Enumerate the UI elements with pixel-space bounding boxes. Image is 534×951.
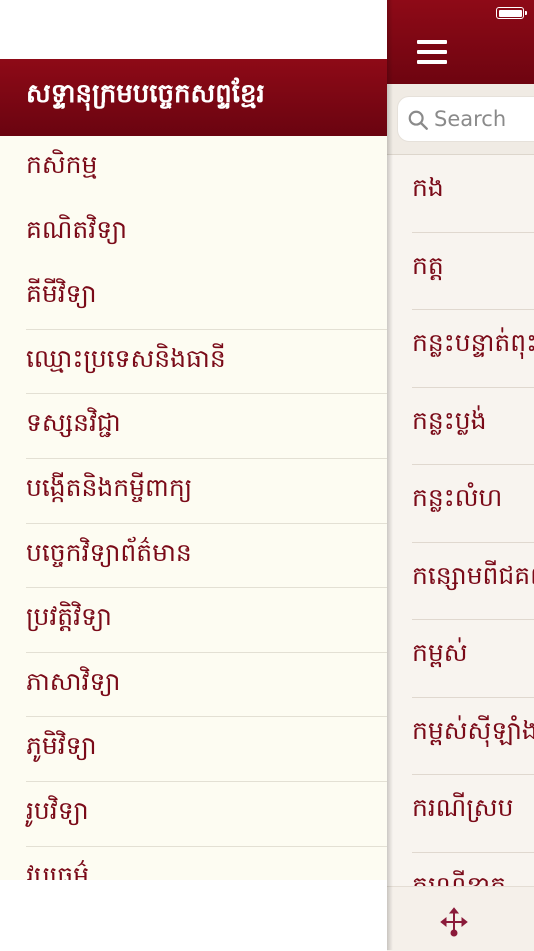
category-label: ឈ្មោះប្រទេសនិងធានី bbox=[26, 343, 226, 373]
category-item[interactable]: បច្ចេកវិទ្យាព័ត៌មាន bbox=[0, 524, 387, 589]
category-label: ភូមិវិទ្យា bbox=[26, 731, 97, 761]
category-list: កសិកម្ម គណិតវិទ្យា គីមីវិទ្យា ឈ្មោះប្រទេ… bbox=[0, 136, 387, 880]
search-input[interactable] bbox=[434, 106, 534, 132]
word-list-item[interactable]: ករណីខាត bbox=[387, 853, 534, 887]
word-label: ករណីខាត bbox=[412, 870, 506, 887]
category-label: រូបវិទ្យា bbox=[26, 795, 89, 825]
main-panel: កង កត្ត កន្លះបន្ទាត់ពុះ កន្លះប្លង់ កន្លះ… bbox=[387, 0, 534, 951]
search-icon bbox=[408, 110, 428, 130]
drawer-footer bbox=[0, 880, 387, 950]
category-item[interactable]: កសិកម្ម bbox=[0, 136, 387, 201]
category-label: ភាសាវិទ្យា bbox=[26, 666, 121, 696]
word-label: កន្លះបន្ទាត់ពុះ bbox=[412, 328, 534, 357]
category-item[interactable]: គីមីវិទ្យា bbox=[0, 265, 387, 330]
word-list-item[interactable]: កត្ត bbox=[387, 233, 534, 310]
word-label: កន្លះលំហ bbox=[412, 483, 503, 512]
category-item[interactable]: ឈ្មោះប្រទេសនិងធានី bbox=[0, 330, 387, 395]
main-header bbox=[387, 0, 534, 84]
category-label: បង្កើតនិងកម្ចីពាក្យ bbox=[26, 472, 193, 502]
category-item[interactable]: ភាសាវិទ្យា bbox=[0, 653, 387, 718]
drawer-title: សទ្ទានុក្រមបច្ចេកសព្ទខ្មែរ bbox=[26, 79, 265, 109]
word-label: កម្ពស់ស៊ីឡាំង bbox=[412, 715, 534, 745]
category-item[interactable]: ភូមិវិទ្យា bbox=[0, 717, 387, 782]
drawer-shadow bbox=[387, 0, 393, 950]
word-list-item[interactable]: កន្សោមពីជគណិត bbox=[387, 543, 534, 620]
word-list-item[interactable]: កន្លះលំហ bbox=[387, 465, 534, 543]
word-label: កង bbox=[412, 173, 444, 202]
drawer-header: សទ្ទានុក្រមបច្ចេកសព្ទខ្មែរ bbox=[0, 59, 387, 136]
category-item[interactable]: ទស្សនវិជ្ជា bbox=[0, 394, 387, 459]
word-list-item[interactable]: កម្ពស់ស៊ីឡាំង bbox=[387, 698, 534, 775]
category-label: ទស្សនវិជ្ជា bbox=[26, 408, 121, 438]
search-bar bbox=[387, 84, 534, 155]
side-drawer: សទ្ទានុក្រមបច្ចេកសព្ទខ្មែរ កសិកម្ម គណិតវ… bbox=[0, 0, 387, 950]
battery-icon bbox=[496, 7, 527, 19]
category-label: គណិតវិទ្យា bbox=[26, 214, 128, 244]
category-item[interactable]: គណិតវិទ្យា bbox=[0, 201, 387, 266]
category-label: កសិកម្ម bbox=[26, 150, 98, 179]
word-list-item[interactable]: កន្លះបន្ទាត់ពុះ bbox=[387, 310, 534, 388]
word-label: ករណីស្រប bbox=[412, 793, 514, 822]
category-item[interactable]: រូបវិទ្យា bbox=[0, 782, 387, 847]
category-item[interactable]: ប្រវត្តិវិទ្យា bbox=[0, 588, 387, 653]
category-item[interactable]: បង្កើតនិងកម្ចីពាក្យ bbox=[0, 459, 387, 524]
search-box[interactable] bbox=[397, 96, 534, 142]
category-label: បច្ចេកវិទ្យាព័ត៌មាន bbox=[26, 537, 192, 567]
word-list-item[interactable]: កង bbox=[387, 155, 534, 233]
word-label: កន្លះប្លង់ bbox=[412, 405, 487, 435]
word-list-item[interactable]: កន្លះប្លង់ bbox=[387, 388, 534, 465]
category-label: វប្បធម៌ bbox=[26, 860, 89, 880]
word-label: កម្ពស់ bbox=[412, 638, 468, 667]
word-label: កន្សោមពីជគណិត bbox=[412, 560, 534, 590]
move-arrows-icon[interactable] bbox=[439, 907, 469, 937]
category-label: ប្រវត្តិវិទ្យា bbox=[26, 602, 112, 632]
category-item[interactable]: វប្បធម៌ bbox=[0, 847, 387, 880]
hamburger-icon[interactable] bbox=[417, 40, 447, 64]
word-list-item[interactable]: ករណីស្រប bbox=[387, 775, 534, 853]
category-label: គីមីវិទ្យា bbox=[26, 279, 97, 309]
word-list-item[interactable]: កម្ពស់ bbox=[387, 620, 534, 698]
word-list: កង កត្ត កន្លះបន្ទាត់ពុះ កន្លះប្លង់ កន្លះ… bbox=[387, 155, 534, 886]
bottom-toolbar bbox=[387, 886, 534, 951]
word-label: កត្ត bbox=[412, 250, 444, 280]
